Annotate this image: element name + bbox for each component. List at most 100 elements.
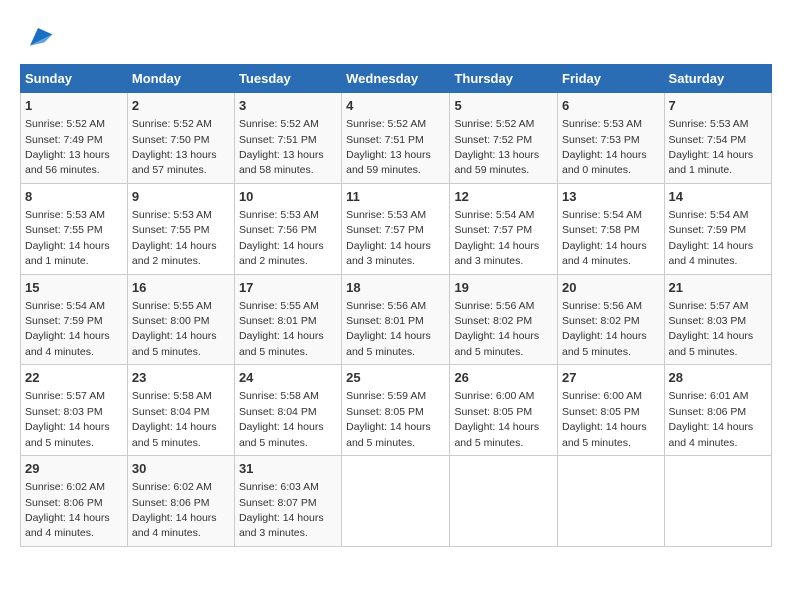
day-cell: 28 Sunrise: 6:01 AMSunset: 8:06 PMDayligh…	[664, 365, 771, 456]
day-cell: 6 Sunrise: 5:53 AMSunset: 7:53 PMDaylight…	[558, 93, 665, 184]
day-cell: 12 Sunrise: 5:54 AMSunset: 7:57 PMDayligh…	[450, 183, 558, 274]
day-info: Sunrise: 6:00 AMSunset: 8:05 PMDaylight:…	[454, 390, 539, 448]
day-cell: 8 Sunrise: 5:53 AMSunset: 7:55 PMDaylight…	[21, 183, 128, 274]
day-info: Sunrise: 5:52 AMSunset: 7:51 PMDaylight:…	[346, 118, 431, 176]
header-row: SundayMondayTuesdayWednesdayThursdayFrid…	[21, 65, 772, 93]
day-info: Sunrise: 5:56 AMSunset: 8:02 PMDaylight:…	[454, 300, 539, 358]
day-info: Sunrise: 5:53 AMSunset: 7:53 PMDaylight:…	[562, 118, 647, 176]
day-number: 7	[669, 97, 767, 115]
day-cell	[342, 456, 450, 547]
day-info: Sunrise: 5:58 AMSunset: 8:04 PMDaylight:…	[132, 390, 217, 448]
day-number: 9	[132, 188, 230, 206]
day-number: 18	[346, 279, 445, 297]
day-cell: 18Sunrise: 5:56 AMSunset: 8:01 PMDayligh…	[342, 274, 450, 365]
day-info: Sunrise: 5:55 AMSunset: 8:00 PMDaylight:…	[132, 300, 217, 358]
day-number: 11	[346, 188, 445, 206]
day-number: 10	[239, 188, 337, 206]
day-cell: 15Sunrise: 5:54 AMSunset: 7:59 PMDayligh…	[21, 274, 128, 365]
day-number: 14	[669, 188, 767, 206]
day-info: Sunrise: 5:52 AMSunset: 7:52 PMDaylight:…	[454, 118, 539, 176]
day-info: Sunrise: 6:03 AMSunset: 8:07 PMDaylight:…	[239, 481, 324, 539]
week-row-5: 29 Sunrise: 6:02 AMSunset: 8:06 PMDayligh…	[21, 456, 772, 547]
day-info: Sunrise: 5:54 AMSunset: 7:57 PMDaylight:…	[454, 209, 539, 267]
day-info: Sunrise: 5:57 AMSunset: 8:03 PMDaylight:…	[25, 390, 110, 448]
day-cell: 10 Sunrise: 5:53 AMSunset: 7:56 PMDayligh…	[234, 183, 341, 274]
day-info: Sunrise: 5:53 AMSunset: 7:57 PMDaylight:…	[346, 209, 431, 267]
day-number: 17	[239, 279, 337, 297]
header-friday: Friday	[558, 65, 665, 93]
day-cell: 1Sunrise: 5:52 AMSunset: 7:49 PMDaylight…	[21, 93, 128, 184]
day-number: 29	[25, 460, 123, 478]
day-cell: 20Sunrise: 5:56 AMSunset: 8:02 PMDayligh…	[558, 274, 665, 365]
week-row-4: 22 Sunrise: 5:57 AMSunset: 8:03 PMDayligh…	[21, 365, 772, 456]
day-info: Sunrise: 6:00 AMSunset: 8:05 PMDaylight:…	[562, 390, 647, 448]
day-info: Sunrise: 5:52 AMSunset: 7:51 PMDaylight:…	[239, 118, 324, 176]
day-info: Sunrise: 5:54 AMSunset: 7:58 PMDaylight:…	[562, 209, 647, 267]
day-info: Sunrise: 5:53 AMSunset: 7:54 PMDaylight:…	[669, 118, 754, 176]
day-info: Sunrise: 6:02 AMSunset: 8:06 PMDaylight:…	[25, 481, 110, 539]
day-number: 30	[132, 460, 230, 478]
week-row-2: 8 Sunrise: 5:53 AMSunset: 7:55 PMDaylight…	[21, 183, 772, 274]
day-number: 8	[25, 188, 123, 206]
day-cell: 22 Sunrise: 5:57 AMSunset: 8:03 PMDayligh…	[21, 365, 128, 456]
header-thursday: Thursday	[450, 65, 558, 93]
top-row	[20, 20, 772, 56]
day-number: 12	[454, 188, 553, 206]
day-number: 5	[454, 97, 553, 115]
day-number: 28	[669, 369, 767, 387]
day-info: Sunrise: 5:54 AMSunset: 7:59 PMDaylight:…	[669, 209, 754, 267]
day-cell: 5 Sunrise: 5:52 AMSunset: 7:52 PMDaylight…	[450, 93, 558, 184]
day-cell	[450, 456, 558, 547]
day-number: 1	[25, 97, 123, 115]
day-info: Sunrise: 5:54 AMSunset: 7:59 PMDaylight:…	[25, 300, 110, 358]
day-cell: 14 Sunrise: 5:54 AMSunset: 7:59 PMDayligh…	[664, 183, 771, 274]
day-number: 22	[25, 369, 123, 387]
day-info: Sunrise: 5:53 AMSunset: 7:55 PMDaylight:…	[132, 209, 217, 267]
day-cell: 21 Sunrise: 5:57 AMSunset: 8:03 PMDayligh…	[664, 274, 771, 365]
day-cell: 7 Sunrise: 5:53 AMSunset: 7:54 PMDaylight…	[664, 93, 771, 184]
day-number: 27	[562, 369, 660, 387]
day-info: Sunrise: 5:55 AMSunset: 8:01 PMDaylight:…	[239, 300, 324, 358]
day-info: Sunrise: 5:57 AMSunset: 8:03 PMDaylight:…	[669, 300, 754, 358]
day-cell: 27 Sunrise: 6:00 AMSunset: 8:05 PMDayligh…	[558, 365, 665, 456]
header-tuesday: Tuesday	[234, 65, 341, 93]
logo	[20, 20, 54, 52]
day-number: 26	[454, 369, 553, 387]
day-info: Sunrise: 5:56 AMSunset: 8:02 PMDaylight:…	[562, 300, 647, 358]
day-cell: 9 Sunrise: 5:53 AMSunset: 7:55 PMDaylight…	[127, 183, 234, 274]
day-info: Sunrise: 5:52 AMSunset: 7:50 PMDaylight:…	[132, 118, 217, 176]
day-number: 4	[346, 97, 445, 115]
day-cell: 23 Sunrise: 5:58 AMSunset: 8:04 PMDayligh…	[127, 365, 234, 456]
day-info: Sunrise: 6:01 AMSunset: 8:06 PMDaylight:…	[669, 390, 754, 448]
day-number: 19	[454, 279, 553, 297]
logo-icon	[22, 20, 54, 52]
day-cell: 31 Sunrise: 6:03 AMSunset: 8:07 PMDayligh…	[234, 456, 341, 547]
day-number: 23	[132, 369, 230, 387]
day-cell: 2 Sunrise: 5:52 AMSunset: 7:50 PMDaylight…	[127, 93, 234, 184]
day-number: 3	[239, 97, 337, 115]
week-row-3: 15Sunrise: 5:54 AMSunset: 7:59 PMDayligh…	[21, 274, 772, 365]
day-number: 6	[562, 97, 660, 115]
header-sunday: Sunday	[21, 65, 128, 93]
day-number: 13	[562, 188, 660, 206]
header-saturday: Saturday	[664, 65, 771, 93]
day-cell: 3 Sunrise: 5:52 AMSunset: 7:51 PMDaylight…	[234, 93, 341, 184]
day-cell: 13 Sunrise: 5:54 AMSunset: 7:58 PMDayligh…	[558, 183, 665, 274]
day-cell: 25Sunrise: 5:59 AMSunset: 8:05 PMDayligh…	[342, 365, 450, 456]
day-number: 31	[239, 460, 337, 478]
day-cell: 11 Sunrise: 5:53 AMSunset: 7:57 PMDayligh…	[342, 183, 450, 274]
day-number: 2	[132, 97, 230, 115]
day-cell: 17 Sunrise: 5:55 AMSunset: 8:01 PMDayligh…	[234, 274, 341, 365]
day-info: Sunrise: 5:58 AMSunset: 8:04 PMDaylight:…	[239, 390, 324, 448]
calendar-table: SundayMondayTuesdayWednesdayThursdayFrid…	[20, 64, 772, 547]
day-info: Sunrise: 5:53 AMSunset: 7:56 PMDaylight:…	[239, 209, 324, 267]
day-info: Sunrise: 6:02 AMSunset: 8:06 PMDaylight:…	[132, 481, 217, 539]
day-number: 25	[346, 369, 445, 387]
day-info: Sunrise: 5:53 AMSunset: 7:55 PMDaylight:…	[25, 209, 110, 267]
day-cell: 26 Sunrise: 6:00 AMSunset: 8:05 PMDayligh…	[450, 365, 558, 456]
day-cell	[558, 456, 665, 547]
day-number: 21	[669, 279, 767, 297]
day-cell: 30 Sunrise: 6:02 AMSunset: 8:06 PMDayligh…	[127, 456, 234, 547]
day-number: 16	[132, 279, 230, 297]
day-cell: 19 Sunrise: 5:56 AMSunset: 8:02 PMDayligh…	[450, 274, 558, 365]
